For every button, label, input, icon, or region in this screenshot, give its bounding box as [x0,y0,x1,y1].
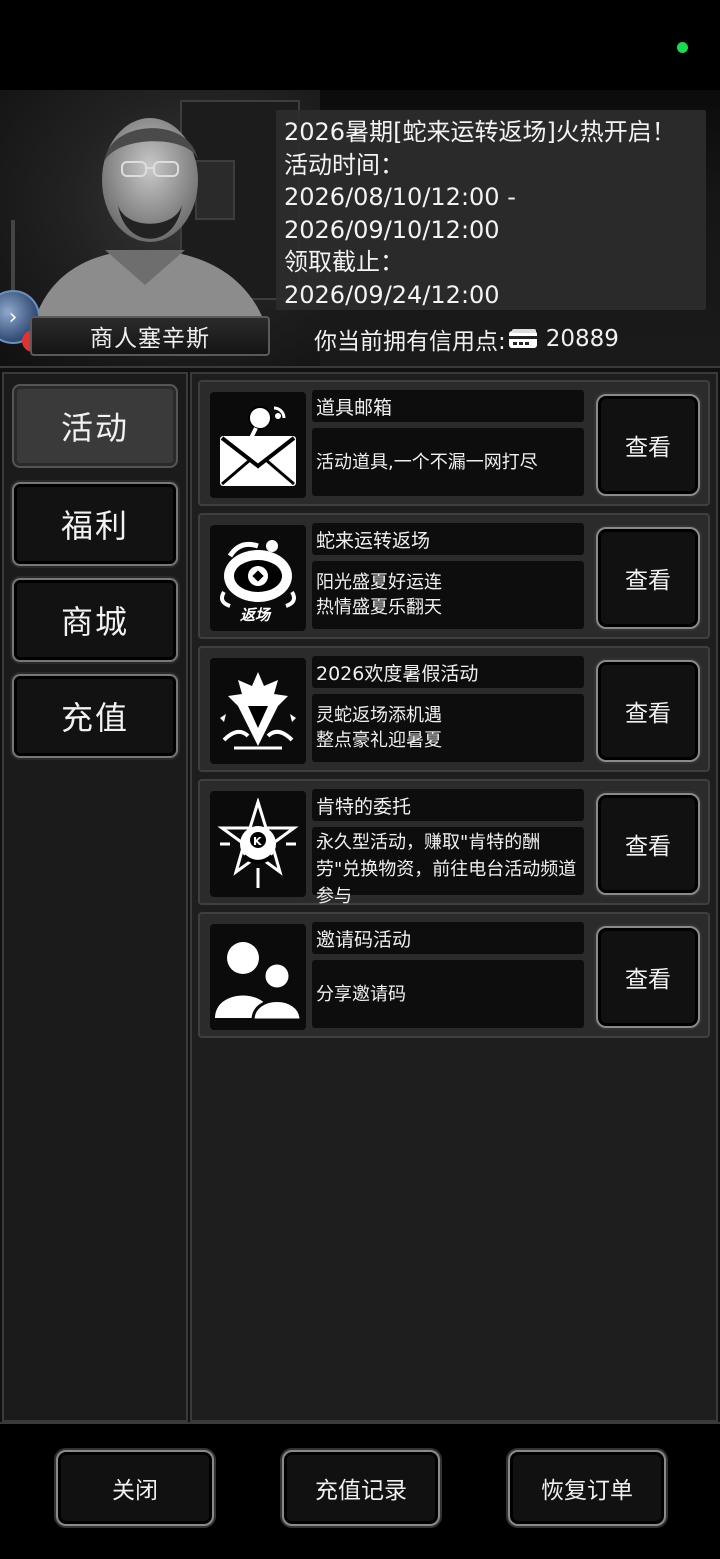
announcement-line: 活动时间： [284,150,404,179]
list-item: 邀请码活动 分享邀请码 查看 [198,912,710,1038]
tab-activities[interactable]: 活动 [12,384,178,468]
announcement-line: 2026/09/10/12:00 [284,215,500,244]
tab-mall[interactable]: 商城 [12,578,178,662]
view-button[interactable]: 查看 [596,660,700,762]
recharge-history-button[interactable]: 充值记录 [282,1450,440,1526]
view-button[interactable]: 查看 [596,926,700,1028]
activity-title: 邀请码活动 [312,922,584,954]
tab-recharge[interactable]: 充值 [12,674,178,758]
card-icon [508,328,540,350]
announcement-line: 2026/08/10/12:00 - [284,183,516,211]
activity-desc: 阳光盛夏好运连 热情盛夏乐翻天 [312,561,584,629]
view-button[interactable]: 查看 [596,394,700,496]
announcement-line: 2026/09/24/12:00 [284,280,500,309]
activity-list: 道具邮箱 活动道具,一个不漏一网打尽 查看 返场 蛇来运转返场 阳光盛夏好运连 … [190,372,718,1422]
activity-desc: 永久型活动，赚取"肯特的酬劳"兑换物资，前往电台活动频道参与 [312,827,584,907]
announcement-box: 2026暑期[蛇来运转返场]火热开启！ 活动时间： 2026/08/10/12:… [276,110,706,310]
activity-title: 2026欢度暑假活动 [312,656,584,688]
list-item: 返场 蛇来运转返场 阳光盛夏好运连 热情盛夏乐翻天 查看 [198,513,710,639]
merchant-header: › 商人塞辛斯 2026暑期[蛇来运转返场]火热开启！ 活动时间： 2026/0… [0,90,720,366]
view-button[interactable]: 查看 [596,527,700,629]
svg-text:返场: 返场 [240,606,272,624]
view-button[interactable]: 查看 [596,793,700,895]
credit-value: 20889 [545,326,619,352]
status-indicator [677,42,688,53]
mail-icon [210,392,306,498]
list-item: 2026欢度暑假活动 灵蛇返场添机遇 整点豪礼迎暑夏 查看 [198,646,710,772]
merchant-name-plate: 商人塞辛斯 [30,316,270,356]
shop-panel: 活动 福利 商城 充值 道具邮箱 活动道具,一个不漏一网打尽 查看 返场 蛇来运… [0,366,720,1424]
activity-desc: 活动道具,一个不漏一网打尽 [312,428,584,496]
credit-label: 你当前拥有信用点: [314,329,506,355]
svg-text:K: K [253,835,262,848]
snake-return-icon: 返场 [210,525,306,631]
activity-title: 肯特的委托 [312,789,584,821]
people-icon [210,924,306,1030]
activity-title: 蛇来运转返场 [312,523,584,555]
credit-balance: 你当前拥有信用点: 20889 [314,322,619,356]
announcement-line: 领取截止： [284,248,404,276]
list-item: 道具邮箱 活动道具,一个不漏一网打尽 查看 [198,380,710,506]
list-item: K 肯特的委托 永久型活动，赚取"肯特的酬劳"兑换物资，前往电台活动频道参与 查… [198,779,710,907]
merchant-portrait [30,118,270,340]
announcement-line: 2026暑期[蛇来运转返场]火热开启！ [284,118,676,146]
category-sidebar: 活动 福利 商城 充值 [2,372,188,1422]
summer-event-icon [210,658,306,764]
close-button[interactable]: 关闭 [56,1450,214,1526]
activity-title: 道具邮箱 [312,390,584,422]
activity-desc: 分享邀请码 [312,960,584,1028]
activity-desc: 灵蛇返场添机遇 整点豪礼迎暑夏 [312,694,584,762]
restore-orders-button[interactable]: 恢复订单 [508,1450,666,1526]
tab-welfare[interactable]: 福利 [12,482,178,566]
kent-badge-icon: K [210,791,306,897]
